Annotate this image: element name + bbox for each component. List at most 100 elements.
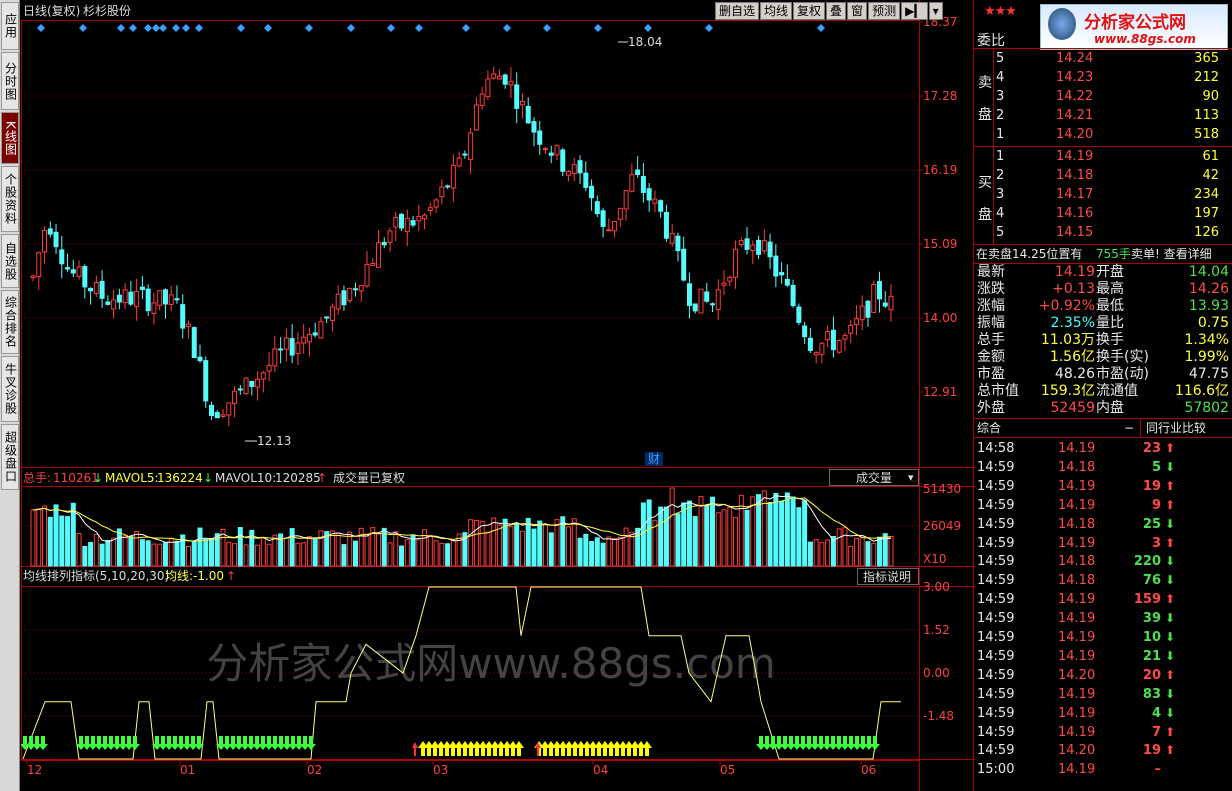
toolbar-btn-delete-fav[interactable]: 删自选 (715, 2, 760, 20)
left-tab-4[interactable]: 自选股 (1, 234, 19, 288)
candle-body (232, 390, 238, 404)
order-row[interactable]: 3 14.17 234 (974, 185, 1232, 204)
sell-arrow-icon (508, 741, 518, 756)
order-row[interactable]: 4 14.23 212 (974, 68, 1232, 87)
quote-v1: +0.92% (1038, 298, 1095, 314)
sell-arrow-icon (424, 741, 434, 756)
left-tab-1[interactable]: 分时图 (1, 52, 19, 110)
left-tab-3[interactable]: 个股资料 (1, 166, 19, 232)
volume-bar (531, 528, 537, 567)
mavol10-label: MAVOL10: (215, 471, 276, 485)
sell-arrow-icon (502, 741, 512, 756)
order-row[interactable]: 2 14.21 113 (974, 106, 1232, 125)
tick-price: 14.18 (1058, 573, 1096, 589)
volume-bar (439, 542, 445, 567)
signal-diamond (159, 24, 167, 32)
candle-body (623, 190, 629, 210)
volume-bar (577, 537, 583, 567)
chart-toolbar: 删自选 均线 复权 叠 窗 预测 ▶▎ ▾ (714, 2, 943, 20)
down-arrow-icon: ↓ (203, 471, 213, 485)
volume-bar (341, 544, 347, 567)
tick-row: 14:59 14.19 19 ⬆ (974, 477, 1232, 496)
toolbar-btn-overlay[interactable]: 叠 (826, 2, 847, 20)
left-tab-0[interactable]: 应用 (1, 2, 19, 50)
tab-comprehensive[interactable]: 综合 (977, 419, 1001, 437)
kline-chart-svg[interactable]: 日线(复权) 杉杉股份18.3717.2816.1915.0914.0012.91… (20, 0, 973, 791)
volume-bar (260, 537, 266, 567)
tick-price: 14.19 (1058, 648, 1096, 664)
toolbar-btn-ma[interactable]: 均线 (760, 2, 793, 20)
buy-arrow-icon (234, 736, 244, 750)
toolbar-btn-adjust[interactable]: 复权 (793, 2, 826, 20)
left-tab-7[interactable]: 超级盘口 (1, 424, 19, 490)
tick-row: 14:59 14.19 4 ⬇ (974, 704, 1232, 723)
buy-arrow-icon (870, 736, 880, 750)
candle-body (243, 377, 249, 395)
arrow-up-icon: ⬆ (1164, 724, 1175, 739)
signal-diamond (817, 24, 825, 32)
tab-collapse[interactable]: − (1124, 419, 1134, 437)
volume-bar (312, 537, 318, 567)
tick-time: 14:59 (977, 516, 1015, 532)
quote-v2: 116.6亿 (1174, 383, 1229, 399)
arrow-up-icon: ⬆ (1164, 743, 1175, 758)
sell-arrow-icon (630, 741, 640, 756)
left-tab-5[interactable]: 综合排名 (1, 290, 19, 354)
tick-row: 14:59 14.19 83 ⬇ (974, 685, 1232, 704)
candle-body (306, 333, 312, 343)
candle-body (53, 231, 59, 248)
candle-body (784, 278, 790, 286)
order-row[interactable]: 1 14.20 518 (974, 125, 1232, 144)
volume-bar (358, 527, 364, 567)
tab-industry-compare[interactable]: 同行业比较 (1146, 419, 1206, 437)
signal-diamond (144, 24, 152, 32)
toolbar-btn-window[interactable]: 窗 (847, 2, 868, 20)
order-row[interactable]: 2 14.18 42 (974, 166, 1232, 185)
order-row[interactable]: 4 14.16 197 (974, 204, 1232, 223)
candle-body (370, 263, 376, 266)
tick-time: 14:59 (977, 630, 1015, 645)
quote-l2: 流通值 (1096, 383, 1138, 399)
candle-body (767, 241, 773, 258)
buy-arrow-icon (864, 736, 874, 750)
volume-bar (508, 526, 514, 567)
tick-price: 14.18 (1058, 459, 1096, 475)
candle-body (531, 121, 537, 133)
sell-arrow-icon (588, 741, 598, 756)
buy-arrow-icon (300, 736, 310, 750)
candle-body (191, 327, 197, 359)
buy-arrow-icon (768, 736, 778, 750)
left-tab-2[interactable]: K线图 (1, 112, 19, 164)
volume-bar (635, 527, 641, 567)
candle-body (796, 306, 802, 323)
candle-body (410, 220, 416, 226)
order-row[interactable]: 1 14.19 61 (974, 147, 1232, 166)
candle-body (456, 157, 462, 167)
candle-body (485, 78, 491, 98)
tick-time: 14:59 (977, 592, 1015, 608)
buy-arrow-icon (306, 736, 316, 750)
order-notice[interactable]: 在卖盘14.25位置有 755手 卖单! 查看详细 (974, 245, 1232, 264)
order-row[interactable]: 5 14.15 126 (974, 223, 1232, 242)
arrow-right-icon[interactable]: ▶▎ (901, 2, 928, 20)
volume-bar (450, 540, 456, 567)
volume-bar (566, 526, 572, 567)
volume-bar (111, 537, 117, 567)
signal-diamond (503, 24, 511, 32)
chart-area[interactable]: 日线(复权) 杉杉股份 18.37 17.28 16.19 15.09 14.00 12.91… (20, 0, 973, 791)
order-row[interactable]: 5 14.24 365 (974, 49, 1232, 68)
volume-bar (255, 544, 261, 567)
candle-body (646, 188, 652, 201)
order-row[interactable]: 3 14.22 90 (974, 87, 1232, 106)
sell-arrow-icon (430, 741, 440, 756)
candle-body (468, 132, 474, 161)
quote-l1: 最新 (977, 264, 1005, 280)
tick-price: 14.19 (1058, 535, 1096, 551)
left-tab-6[interactable]: 牛叉诊股 (1, 356, 19, 422)
buy-arrow-icon (804, 736, 814, 750)
candle-body (600, 210, 606, 227)
sell-arrow-icon (442, 741, 452, 756)
chevron-down-icon[interactable]: ▾ (928, 2, 943, 20)
toolbar-btn-forecast[interactable]: 预测 (868, 2, 901, 20)
volume-bar (59, 515, 65, 567)
